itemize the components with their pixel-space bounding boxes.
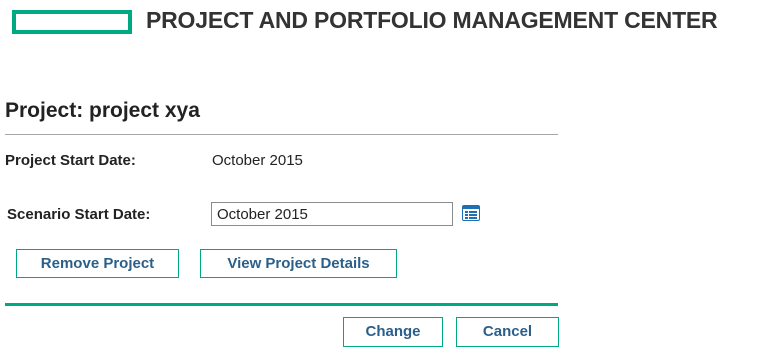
scenario-start-date-input[interactable] [211, 202, 453, 226]
cancel-button[interactable]: Cancel [456, 317, 559, 347]
app-title: PROJECT AND PORTFOLIO MANAGEMENT CENTER [146, 7, 718, 33]
remove-project-button[interactable]: Remove Project [16, 249, 179, 278]
project-start-date-label: Project Start Date: [5, 152, 136, 169]
footer-divider [5, 303, 558, 306]
page-title: Project: project xya [5, 99, 200, 122]
change-button[interactable]: Change [343, 317, 443, 347]
project-start-date-value: October 2015 [212, 152, 303, 169]
title-divider [5, 134, 558, 135]
calendar-icon[interactable] [462, 205, 480, 221]
scenario-start-date-label: Scenario Start Date: [7, 206, 151, 223]
logo [12, 10, 132, 34]
view-project-details-button[interactable]: View Project Details [200, 249, 397, 278]
